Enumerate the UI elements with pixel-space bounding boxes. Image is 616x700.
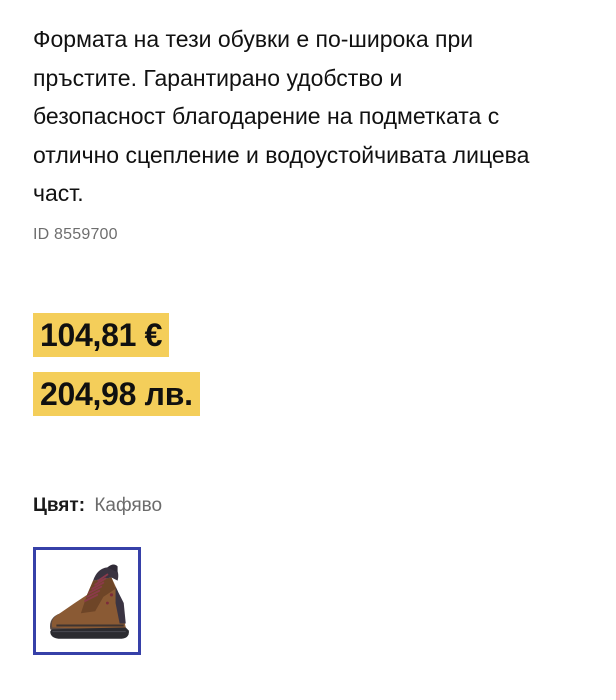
description-line: отлично сцепление и водоустойчивата лице… [33, 141, 530, 168]
description-line: пръстите. Гарантирано удобство и [33, 64, 403, 91]
price-bgn: 204,98 лв. [33, 372, 200, 416]
description-line: Формата на тези обувки е по-широка при [33, 26, 474, 52]
brown-hiking-boot-thumbnail-icon [49, 564, 129, 639]
color-swatch-brown[interactable] [33, 547, 141, 655]
price-eur: 104,81 € [33, 313, 170, 357]
product-id: ID 8559700 [33, 226, 118, 243]
description-line: безопасност благодарение на подметката с [33, 103, 500, 129]
product-description: Формата на тези обувки е по-широка при п… [33, 20, 603, 213]
description-line: част. [33, 180, 84, 206]
color-value: Кафяво [94, 495, 163, 516]
color-selector-label-row: Цвят: Кафяво [33, 495, 162, 517]
color-label: Цвят: [33, 495, 86, 516]
